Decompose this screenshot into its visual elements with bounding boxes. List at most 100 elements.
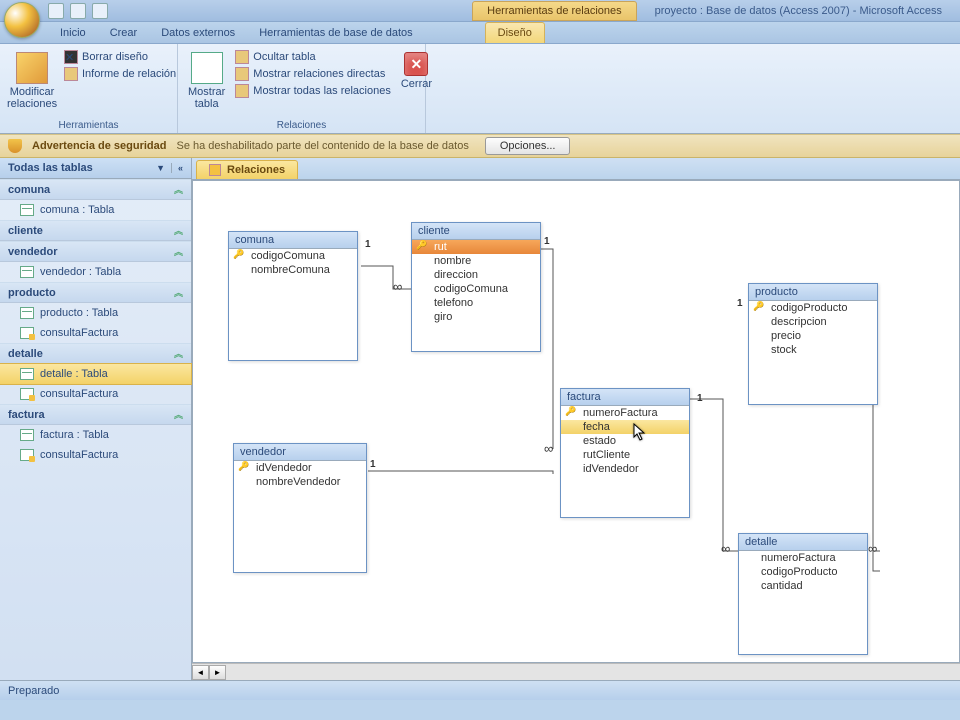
security-title: Advertencia de seguridad (32, 140, 167, 152)
tab-diseno[interactable]: Diseño (485, 22, 545, 43)
field-rut[interactable]: rut (412, 240, 540, 254)
qat-save-icon[interactable] (48, 3, 64, 19)
borrar-diseno-button[interactable]: ✕Borrar diseño (64, 50, 176, 64)
field-direccion[interactable]: direccion (412, 268, 540, 282)
table-icon (20, 429, 34, 441)
tablebox-cliente[interactable]: cliente rut nombre direccion codigoComun… (411, 222, 541, 352)
field-codigocomuna[interactable]: codigoComuna (412, 282, 540, 296)
navitem-vendedor-tabla[interactable]: vendedor : Tabla (0, 262, 191, 282)
field-numerofactura[interactable]: numeroFactura (561, 406, 689, 420)
mostrar-tabla-button[interactable]: Mostrar tabla (184, 48, 229, 114)
navpane-dropdown-icon[interactable]: ▼ (156, 163, 165, 173)
tablebox-factura[interactable]: factura numeroFactura fecha estado rutCl… (560, 388, 690, 518)
navitem-label: consultaFactura (40, 388, 118, 400)
navgroup-factura-label: factura (8, 409, 45, 421)
title-bar: Herramientas de relaciones proyecto : Ba… (0, 0, 960, 22)
modificar-relaciones-button[interactable]: Modificar relaciones (6, 48, 58, 114)
field-nombrevendedor[interactable]: nombreVendedor (234, 475, 366, 489)
navpane-header[interactable]: Todas las tablas ▼ « (0, 158, 191, 179)
ribbon: Modificar relaciones ✕Borrar diseño Info… (0, 44, 960, 134)
pencil-icon (16, 52, 48, 84)
field-codigoproducto[interactable]: codigoProducto (739, 565, 867, 579)
navgroup-factura[interactable]: factura ︽ (0, 404, 191, 425)
chevron-up-icon: ︽ (174, 245, 183, 258)
tablebox-producto[interactable]: producto codigoProducto descripcion prec… (748, 283, 878, 405)
field-codigoproducto[interactable]: codigoProducto (749, 301, 877, 315)
field-rutcliente[interactable]: rutCliente (561, 448, 689, 462)
field-estado[interactable]: estado (561, 434, 689, 448)
relationships-icon (209, 164, 221, 176)
field-stock[interactable]: stock (749, 343, 877, 357)
tablebox-header[interactable]: cliente (412, 223, 540, 240)
navgroup-producto[interactable]: producto︽ (0, 282, 191, 303)
navitem-label: comuna : Tabla (40, 204, 114, 216)
cardinality-many: ∞ (544, 441, 553, 456)
navpane-collapse-icon[interactable]: « (171, 163, 183, 173)
relationships-canvas[interactable]: 1 ∞ 1 ∞ 1 1 ∞ ∞ 1 comuna codigoComuna no… (192, 180, 960, 663)
field-nombre[interactable]: nombre (412, 254, 540, 268)
field-telefono[interactable]: telefono (412, 296, 540, 310)
informe-label: Informe de relación (82, 68, 176, 80)
tablebox-header[interactable]: comuna (229, 232, 357, 249)
tab-crear[interactable]: Crear (98, 23, 150, 43)
field-idvendedor[interactable]: idVendedor (561, 462, 689, 476)
field-idvendedor[interactable]: idVendedor (234, 461, 366, 475)
field-precio[interactable]: precio (749, 329, 877, 343)
navgroup-cliente[interactable]: cliente︽ (0, 220, 191, 241)
mostrar-todas-button[interactable]: Mostrar todas las relaciones (235, 84, 391, 98)
field-giro[interactable]: giro (412, 310, 540, 324)
ocultar-tabla-button[interactable]: Ocultar tabla (235, 50, 391, 64)
navitem-detalle-tabla[interactable]: detalle : Tabla (0, 363, 192, 385)
hide-table-icon (235, 50, 249, 64)
chevron-up-icon: ︽ (174, 286, 183, 299)
cardinality-many: ∞ (393, 279, 402, 294)
informe-relacion-button[interactable]: Informe de relación (64, 67, 176, 81)
tablebox-header[interactable]: factura (561, 389, 689, 406)
tab-datos-externos[interactable]: Datos externos (149, 23, 247, 43)
qat-redo-icon[interactable] (92, 3, 108, 19)
field-fecha[interactable]: fecha (561, 420, 689, 434)
cardinality-one: 1 (365, 239, 371, 250)
cardinality-one: 1 (370, 459, 376, 470)
navitem-detalle-consulta[interactable]: consultaFactura (0, 384, 191, 404)
navgroup-detalle-label: detalle (8, 348, 43, 360)
field-codigocomuna[interactable]: codigoComuna (229, 249, 357, 263)
chevron-up-icon: ︽ (174, 408, 183, 421)
navitem-label: detalle : Tabla (40, 368, 108, 380)
mostrar-directas-button[interactable]: Mostrar relaciones directas (235, 67, 391, 81)
scroll-left-icon[interactable]: ◄ (192, 665, 209, 680)
field-descripcion[interactable]: descripcion (749, 315, 877, 329)
navitem-factura-consulta[interactable]: consultaFactura (0, 445, 191, 465)
tablebox-header[interactable]: vendedor (234, 444, 366, 461)
status-bar: Preparado (0, 680, 960, 700)
field-cantidad[interactable]: cantidad (739, 579, 867, 593)
office-button[interactable] (4, 2, 40, 38)
navitem-comuna-tabla[interactable]: comuna : Tabla (0, 200, 191, 220)
report-icon (64, 67, 78, 81)
tablebox-detalle[interactable]: detalle numeroFactura codigoProducto can… (738, 533, 868, 655)
tab-inicio[interactable]: Inicio (48, 23, 98, 43)
security-options-button[interactable]: Opciones... (485, 137, 571, 155)
cerrar-button[interactable]: ✕ Cerrar (397, 48, 436, 94)
table-icon (20, 307, 34, 319)
close-icon: ✕ (404, 52, 428, 76)
tablebox-header[interactable]: detalle (739, 534, 867, 551)
tab-herramientas-bd[interactable]: Herramientas de base de datos (247, 23, 424, 43)
navgroup-comuna[interactable]: comuna︽ (0, 179, 191, 200)
tablebox-vendedor[interactable]: vendedor idVendedor nombreVendedor (233, 443, 367, 573)
horizontal-scrollbar[interactable]: ◄ ► (192, 663, 960, 680)
doctab-relaciones[interactable]: Relaciones (196, 160, 298, 179)
field-numerofactura[interactable]: numeroFactura (739, 551, 867, 565)
tablebox-comuna[interactable]: comuna codigoComuna nombreComuna (228, 231, 358, 361)
chevron-up-icon: ︽ (174, 224, 183, 237)
navitem-producto-consulta[interactable]: consultaFactura (0, 323, 191, 343)
navitem-factura-tabla[interactable]: factura : Tabla (0, 425, 191, 445)
tablebox-header[interactable]: producto (749, 284, 877, 301)
navgroup-detalle[interactable]: detalle︽ (0, 343, 191, 364)
scroll-right-icon[interactable]: ► (209, 665, 226, 680)
qat-undo-icon[interactable] (70, 3, 86, 19)
navitem-producto-tabla[interactable]: producto : Tabla (0, 303, 191, 323)
field-nombrecomuna[interactable]: nombreComuna (229, 263, 357, 277)
cardinality-many: ∞ (721, 541, 730, 556)
navgroup-vendedor[interactable]: vendedor︽ (0, 241, 191, 262)
